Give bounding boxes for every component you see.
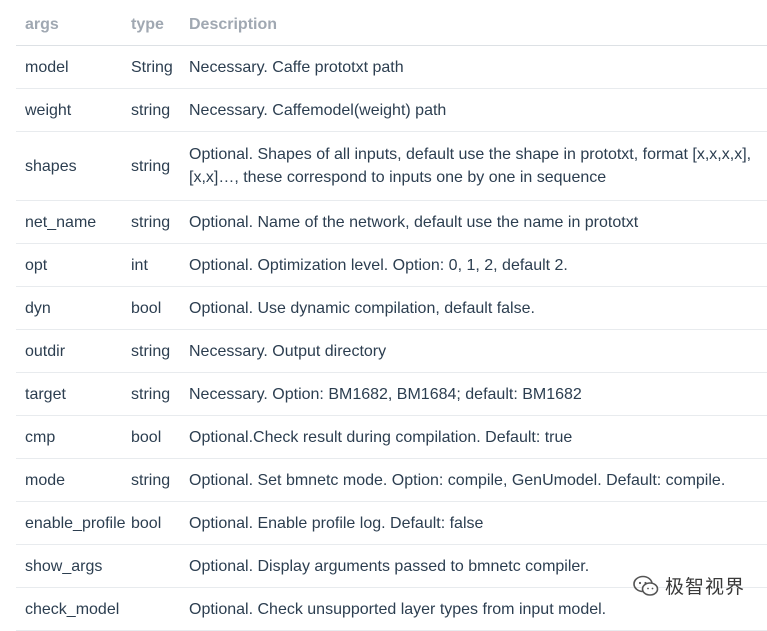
cell-type: String bbox=[131, 58, 173, 76]
cell-type: int bbox=[131, 256, 148, 274]
cell-description: Optional. Set bmnetc mode. Option: compi… bbox=[189, 471, 726, 489]
cell-args: opt bbox=[25, 256, 48, 274]
table-row: mode string Optional. Set bmnetc mode. Opt… bbox=[16, 459, 767, 502]
cell-args: dyn bbox=[25, 299, 51, 317]
table-row: dyn bool Optional. Use dynamic compilation… bbox=[16, 287, 767, 330]
table-header-row: args type Description bbox=[16, 0, 767, 46]
cell-args: show_args bbox=[25, 557, 103, 575]
cell-description: Optional. Name of the network, default u… bbox=[189, 213, 639, 231]
cell-args: check_model bbox=[25, 600, 120, 618]
cell-args: weight bbox=[25, 101, 72, 119]
table-row: net_name string Optional. Name of the netw… bbox=[16, 201, 767, 244]
table-row: enable_profile bool Optional. Enable profi… bbox=[16, 502, 767, 545]
cell-args: cmp bbox=[25, 428, 56, 446]
table-row: weight string Necessary. Caffemodel(weight… bbox=[16, 89, 767, 132]
args-table: args type Description model String Necessa… bbox=[16, 0, 767, 631]
cell-type: string bbox=[131, 385, 171, 403]
cell-description: Necessary. Output directory bbox=[189, 342, 387, 360]
cell-description: Necessary. Option: BM1682, BM1684; defau… bbox=[189, 385, 582, 403]
cell-args: shapes bbox=[25, 157, 77, 175]
cell-description: Necessary. Caffe prototxt path bbox=[189, 58, 404, 76]
cell-description: Optional.Check result during compilation… bbox=[189, 428, 573, 446]
cell-args: outdir bbox=[25, 342, 66, 360]
cell-type: string bbox=[131, 471, 171, 489]
table-row: opt int Optional. Optimization level. Opti… bbox=[16, 244, 767, 287]
cell-type: bool bbox=[131, 514, 162, 532]
watermark: 极智视界 bbox=[633, 572, 745, 599]
cell-description: Necessary. Caffemodel(weight) path bbox=[189, 101, 447, 119]
cell-args: net_name bbox=[25, 213, 97, 231]
cell-description: Optional. Enable profile log. Default: f… bbox=[189, 514, 484, 532]
cell-type: string bbox=[131, 157, 171, 175]
cell-args: mode bbox=[25, 471, 66, 489]
table-body: model String Necessary. Caffe prototxt pat… bbox=[16, 46, 767, 631]
table-row: outdir string Necessary. Output directory bbox=[16, 330, 767, 373]
cell-type: string bbox=[131, 342, 171, 360]
wechat-icon bbox=[633, 575, 659, 596]
table-row: model String Necessary. Caffe prototxt pat… bbox=[16, 46, 767, 89]
table-row: cmp bool Optional.Check result during comp… bbox=[16, 416, 767, 459]
cell-args: enable_profile bbox=[25, 514, 126, 532]
watermark-text: 极智视界 bbox=[664, 577, 745, 598]
cell-description: Optional. Check unsupported layer types … bbox=[189, 600, 607, 618]
cell-args: model bbox=[25, 58, 69, 76]
header-type: type bbox=[131, 16, 164, 33]
cell-type: string bbox=[131, 213, 171, 231]
table-row: shapes string Optional. Shapes of all inpu… bbox=[16, 132, 767, 201]
header-args: args bbox=[25, 16, 59, 33]
header-description: Description bbox=[189, 16, 278, 33]
cell-type: bool bbox=[131, 428, 162, 446]
cell-args: target bbox=[25, 385, 66, 403]
cell-description: Optional. Optimization level. Option: 0,… bbox=[189, 256, 568, 274]
cell-description: Optional. Use dynamic compilation, defau… bbox=[189, 299, 535, 317]
cell-type: bool bbox=[131, 299, 162, 317]
cell-description: Optional. Shapes of all inputs, default … bbox=[189, 146, 752, 186]
table-row: target string Necessary. Option: BM1682, B… bbox=[16, 373, 767, 416]
cell-type: string bbox=[131, 101, 171, 119]
